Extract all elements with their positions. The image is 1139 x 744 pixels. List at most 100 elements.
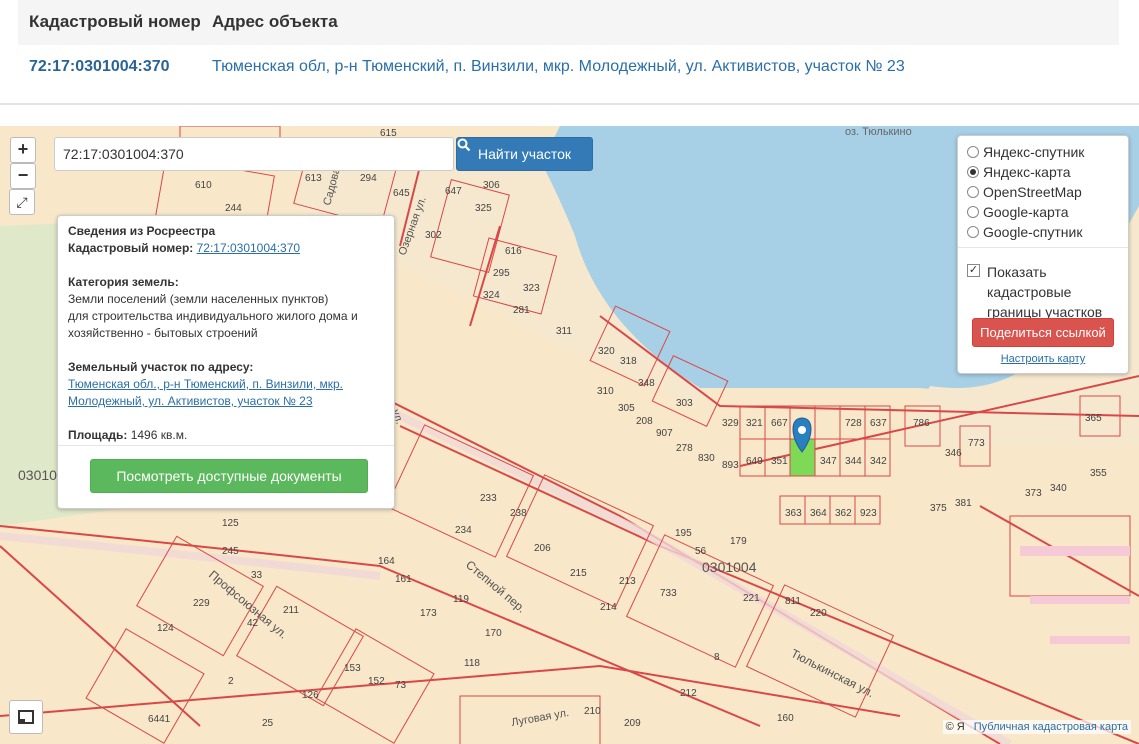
layer-label: Яндекс-карта bbox=[983, 164, 1071, 180]
parcel-number: 221 bbox=[743, 593, 760, 604]
parcel-number: 125 bbox=[222, 518, 239, 529]
fullscreen-icon[interactable]: ⤢ bbox=[9, 189, 35, 215]
radio-selected-icon[interactable] bbox=[967, 166, 979, 178]
parcel-number: 73 bbox=[395, 680, 407, 691]
parcel-number: 8 bbox=[714, 652, 720, 663]
parcel-number: 42 bbox=[247, 618, 259, 629]
parcel-number: 211 bbox=[283, 605, 299, 616]
parcel-number: 214 bbox=[600, 602, 617, 613]
parcel-number: 210 bbox=[584, 706, 601, 717]
popup-category-value: для строительства индивидуального жилого… bbox=[68, 309, 358, 323]
show-boundaries-checkbox[interactable]: ✓ bbox=[967, 264, 980, 277]
radio-icon[interactable] bbox=[967, 226, 979, 238]
search-icon bbox=[457, 138, 471, 152]
parcel-number: 610 bbox=[195, 180, 212, 191]
parcel-number: 613 bbox=[305, 173, 322, 184]
layer-label: Google-карта bbox=[983, 204, 1069, 220]
layer-label: Google-спутник bbox=[983, 224, 1083, 240]
parcel-number: 362 bbox=[835, 508, 852, 519]
address-link[interactable]: Тюменская обл, р-н Тюменский, п. Винзили… bbox=[212, 58, 905, 76]
parcel-number: 310 bbox=[597, 386, 614, 397]
attribution-link[interactable]: Публичная кадастровая карта bbox=[974, 721, 1128, 733]
parcel-number: 733 bbox=[660, 588, 677, 599]
layer-option-yandex-map[interactable]: Яндекс-карта bbox=[967, 164, 1070, 180]
parcel-number: 2 bbox=[228, 676, 234, 687]
parcel-number: 363 bbox=[785, 508, 802, 519]
popup-cad-link[interactable]: 72:17:0301004:370 bbox=[197, 241, 300, 255]
parcel-number: 320 bbox=[598, 346, 615, 357]
parcel-number: 305 bbox=[618, 403, 635, 414]
street-label: Степной пер. bbox=[463, 558, 528, 616]
layer-option-yandex-satellite[interactable]: Яндекс-спутник bbox=[967, 144, 1084, 160]
share-link-button[interactable]: Поделиться ссылкой bbox=[972, 318, 1114, 347]
table-row: 72:17:0301004:370 Тюменская обл, р-н Тюм… bbox=[18, 45, 1119, 88]
parcel-number: 33 bbox=[251, 570, 263, 581]
parcel-number: 160 bbox=[777, 713, 794, 724]
parcel-number: 351 bbox=[771, 456, 788, 467]
parcel-number: 347 bbox=[820, 456, 837, 467]
parcel-number: 786 bbox=[913, 418, 930, 429]
popup-area-value: 1496 кв.м. bbox=[130, 428, 188, 442]
parcel-number: 161 bbox=[395, 574, 412, 585]
parcel-number: 364 bbox=[810, 508, 827, 519]
parcel-number: 213 bbox=[619, 576, 636, 587]
parcel-number: 346 bbox=[945, 448, 962, 459]
radio-icon[interactable] bbox=[967, 206, 979, 218]
search-input[interactable] bbox=[54, 137, 454, 171]
layer-option-google-satellite[interactable]: Google-спутник bbox=[967, 224, 1082, 240]
view-documents-button[interactable]: Посмотреть доступные документы bbox=[90, 459, 368, 493]
map-attribution: © Я Публичная кадастровая карта bbox=[942, 720, 1131, 734]
parcel-number: 153 bbox=[344, 663, 361, 674]
parcel-number: 321 bbox=[746, 418, 763, 429]
quarter-label-left: 03010 bbox=[18, 467, 57, 483]
parcel-number: 342 bbox=[870, 456, 887, 467]
popup-title: Сведения из Росреестра bbox=[68, 224, 216, 238]
popup-cad-label: Кадастровый номер: bbox=[68, 241, 194, 255]
parcel-number: 323 bbox=[523, 283, 540, 294]
find-parcel-button[interactable]: Найти участок bbox=[456, 137, 593, 171]
cadastral-number-link[interactable]: 72:17:0301004:370 bbox=[29, 58, 170, 76]
show-boundaries-label: Показать кадастровые границы участков bbox=[987, 262, 1122, 322]
popup-address-label: Земельный участок по адресу: bbox=[68, 360, 254, 374]
lake-label: оз. Тюлькино bbox=[845, 126, 912, 138]
popup-address-link[interactable]: Тюменская обл., р-н Тюменский, п. Винзил… bbox=[68, 377, 343, 391]
layer-switcher: Яндекс-спутник Яндекс-карта OpenStreetMa… bbox=[957, 135, 1129, 374]
cadastral-map[interactable]: оз. Тюлькино 03010 0301004 Садовая ул. О… bbox=[0, 126, 1139, 744]
zoom-out-button[interactable]: − bbox=[10, 163, 36, 189]
show-boundaries-line: кадастровые bbox=[987, 284, 1072, 300]
popup-category-value: Земли поселений (земли населенных пункто… bbox=[68, 292, 329, 306]
parcel-number: 329 bbox=[722, 418, 739, 429]
layer-option-google-map[interactable]: Google-карта bbox=[967, 204, 1069, 220]
popup-address-link[interactable]: Молодежный, ул. Активистов, участок № 23 bbox=[68, 394, 313, 408]
parcel-number: 373 bbox=[1025, 488, 1042, 499]
zoom-in-button[interactable]: + bbox=[10, 137, 36, 163]
parcel-number: 667 bbox=[771, 418, 788, 429]
parcel-number: 170 bbox=[485, 628, 502, 639]
parcel-number: 233 bbox=[480, 493, 497, 504]
parcel-number: 907 bbox=[656, 428, 673, 439]
parcel-number: 244 bbox=[225, 203, 242, 214]
parcel-number: 811 bbox=[785, 596, 801, 607]
layer-label: Яндекс-спутник bbox=[983, 144, 1085, 160]
configure-map-link[interactable]: Настроить карту bbox=[958, 353, 1128, 365]
parcel-number: 325 bbox=[475, 203, 492, 214]
parcel-number: 303 bbox=[676, 398, 693, 409]
radio-icon[interactable] bbox=[967, 186, 979, 198]
parcel-number: 152 bbox=[368, 676, 385, 687]
parcel-number: 124 bbox=[157, 623, 174, 634]
map-layers-toggle-button[interactable] bbox=[9, 700, 43, 734]
radio-icon[interactable] bbox=[967, 146, 979, 158]
popup-category-label: Категория земель: bbox=[68, 275, 179, 289]
parcel-number: 348 bbox=[638, 378, 655, 389]
popup-category-value: хозяйственно - бытовых строений bbox=[68, 326, 258, 340]
parcel-number: 126 bbox=[302, 690, 319, 701]
layer-option-osm[interactable]: OpenStreetMap bbox=[967, 184, 1082, 200]
parcel-number: 728 bbox=[845, 418, 862, 429]
popup-area-row: Площадь: 1496 кв.м. bbox=[68, 427, 384, 444]
layer-label: OpenStreetMap bbox=[983, 184, 1082, 200]
parcel-number: 234 bbox=[455, 525, 472, 536]
parcel-number: 56 bbox=[695, 546, 707, 557]
parcel-number: 318 bbox=[620, 356, 637, 367]
parcel-number: 773 bbox=[968, 438, 985, 449]
cadastral-table: Кадастровый номер Адрес объекта 72:17:03… bbox=[18, 0, 1119, 88]
